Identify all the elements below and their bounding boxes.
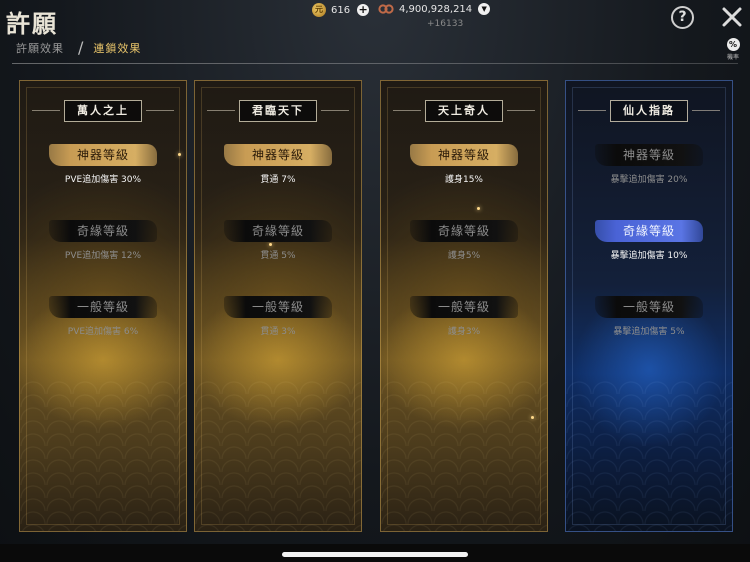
probability-button[interactable]: % 機率 [722, 38, 744, 61]
tier-value: 護身3% [447, 327, 481, 337]
chain-card-2: 君臨天下 神器等級 貫通 7% 奇緣等級 貫通 5% 一般等級 貫通 3% [194, 80, 362, 532]
tier-label: 一般等級 [224, 296, 332, 318]
tier-label: 神器等級 [49, 144, 157, 166]
tier-value: PVE追加傷害 12% [64, 251, 142, 261]
gem-currency: 元 616 + [312, 3, 370, 17]
header-divider [12, 63, 738, 64]
tier-fortune: 奇緣等級 暴擊追加傷害 10% [566, 220, 732, 261]
chain-card-4: 仙人指路 神器等級 暴擊追加傷害 20% 奇緣等級 暴擊追加傷害 10% 一般等… [565, 80, 733, 532]
wave-pattern [566, 381, 732, 531]
tier-value: 護身5% [447, 251, 481, 261]
tier-label: 神器等級 [410, 144, 518, 166]
tier-value: 護身15% [444, 175, 483, 185]
home-indicator[interactable] [282, 552, 468, 557]
wave-pattern [195, 381, 361, 531]
tier-value: 暴擊追加傷害 10% [610, 251, 688, 261]
close-button[interactable] [721, 6, 743, 28]
silver-amount: 4,900,928,214 [399, 3, 473, 15]
gem-amount: 616 [331, 4, 351, 16]
tier-label: 奇緣等級 [49, 220, 157, 242]
card-title: 仙人指路 [610, 100, 688, 122]
tier-label: 神器等級 [595, 144, 703, 166]
card-title: 萬人之上 [64, 100, 142, 122]
tier-value: 貫通 5% [260, 251, 296, 261]
breadcrumb: 許願效果 / 連鎖效果 [16, 38, 141, 57]
page-title: 許願 [6, 9, 58, 38]
tier-label: 一般等級 [410, 296, 518, 318]
tier-label: 奇緣等級 [224, 220, 332, 242]
tier-value: 暴擊追加傷害 5% [613, 327, 685, 337]
silver-currency: 4,900,928,214 ▼ [378, 3, 491, 15]
percent-icon: % [726, 38, 740, 51]
breadcrumb-separator: / [78, 38, 84, 57]
chain-card-3: 天上奇人 神器等級 護身15% 奇緣等級 護身5% 一般等級 護身3% [380, 80, 548, 532]
coin-icon: 元 [312, 3, 326, 17]
tab-chain-effect[interactable]: 連鎖效果 [93, 40, 141, 56]
tier-value: PVE追加傷害 6% [67, 327, 139, 337]
tier-value: 貫通 3% [260, 327, 296, 337]
silver-dropdown-button[interactable]: ▼ [478, 3, 491, 15]
tier-fortune: 奇緣等級 PVE追加傷害 12% [20, 220, 186, 261]
tier-normal: 一般等級 PVE追加傷害 6% [20, 296, 186, 337]
probability-label: 機率 [726, 54, 739, 61]
card-title: 君臨天下 [239, 100, 317, 122]
tier-normal: 一般等級 護身3% [381, 296, 547, 337]
tier-normal: 一般等級 貫通 3% [195, 296, 361, 337]
chain-coin-icon [378, 4, 394, 14]
tier-value: 暴擊追加傷害 20% [610, 175, 688, 185]
tier-label: 奇緣等級 [410, 220, 518, 242]
help-button[interactable]: ? [671, 6, 694, 29]
tier-label: 奇緣等級 [595, 220, 703, 242]
add-gem-button[interactable]: + [357, 4, 370, 16]
tier-artifact: 神器等級 PVE追加傷害 30% [20, 144, 186, 185]
wave-pattern [20, 381, 186, 531]
tier-label: 神器等級 [224, 144, 332, 166]
tier-fortune: 奇緣等級 護身5% [381, 220, 547, 261]
wave-pattern [381, 381, 547, 531]
tier-label: 一般等級 [595, 296, 703, 318]
tab-wish-effect[interactable]: 許願效果 [16, 40, 64, 56]
silver-delta: +16133 [427, 19, 464, 29]
tier-fortune: 奇緣等級 貫通 5% [195, 220, 361, 261]
chain-card-1: 萬人之上 神器等級 PVE追加傷害 30% 奇緣等級 PVE追加傷害 12% 一… [19, 80, 187, 532]
tier-artifact: 神器等級 暴擊追加傷害 20% [566, 144, 732, 185]
tier-label: 一般等級 [49, 296, 157, 318]
tier-normal: 一般等級 暴擊追加傷害 5% [566, 296, 732, 337]
tier-value: 貫通 7% [260, 175, 296, 185]
tier-artifact: 神器等級 貫通 7% [195, 144, 361, 185]
close-icon [722, 7, 742, 27]
tier-artifact: 神器等級 護身15% [381, 144, 547, 185]
card-title: 天上奇人 [425, 100, 503, 122]
tier-value: PVE追加傷害 30% [64, 175, 142, 185]
